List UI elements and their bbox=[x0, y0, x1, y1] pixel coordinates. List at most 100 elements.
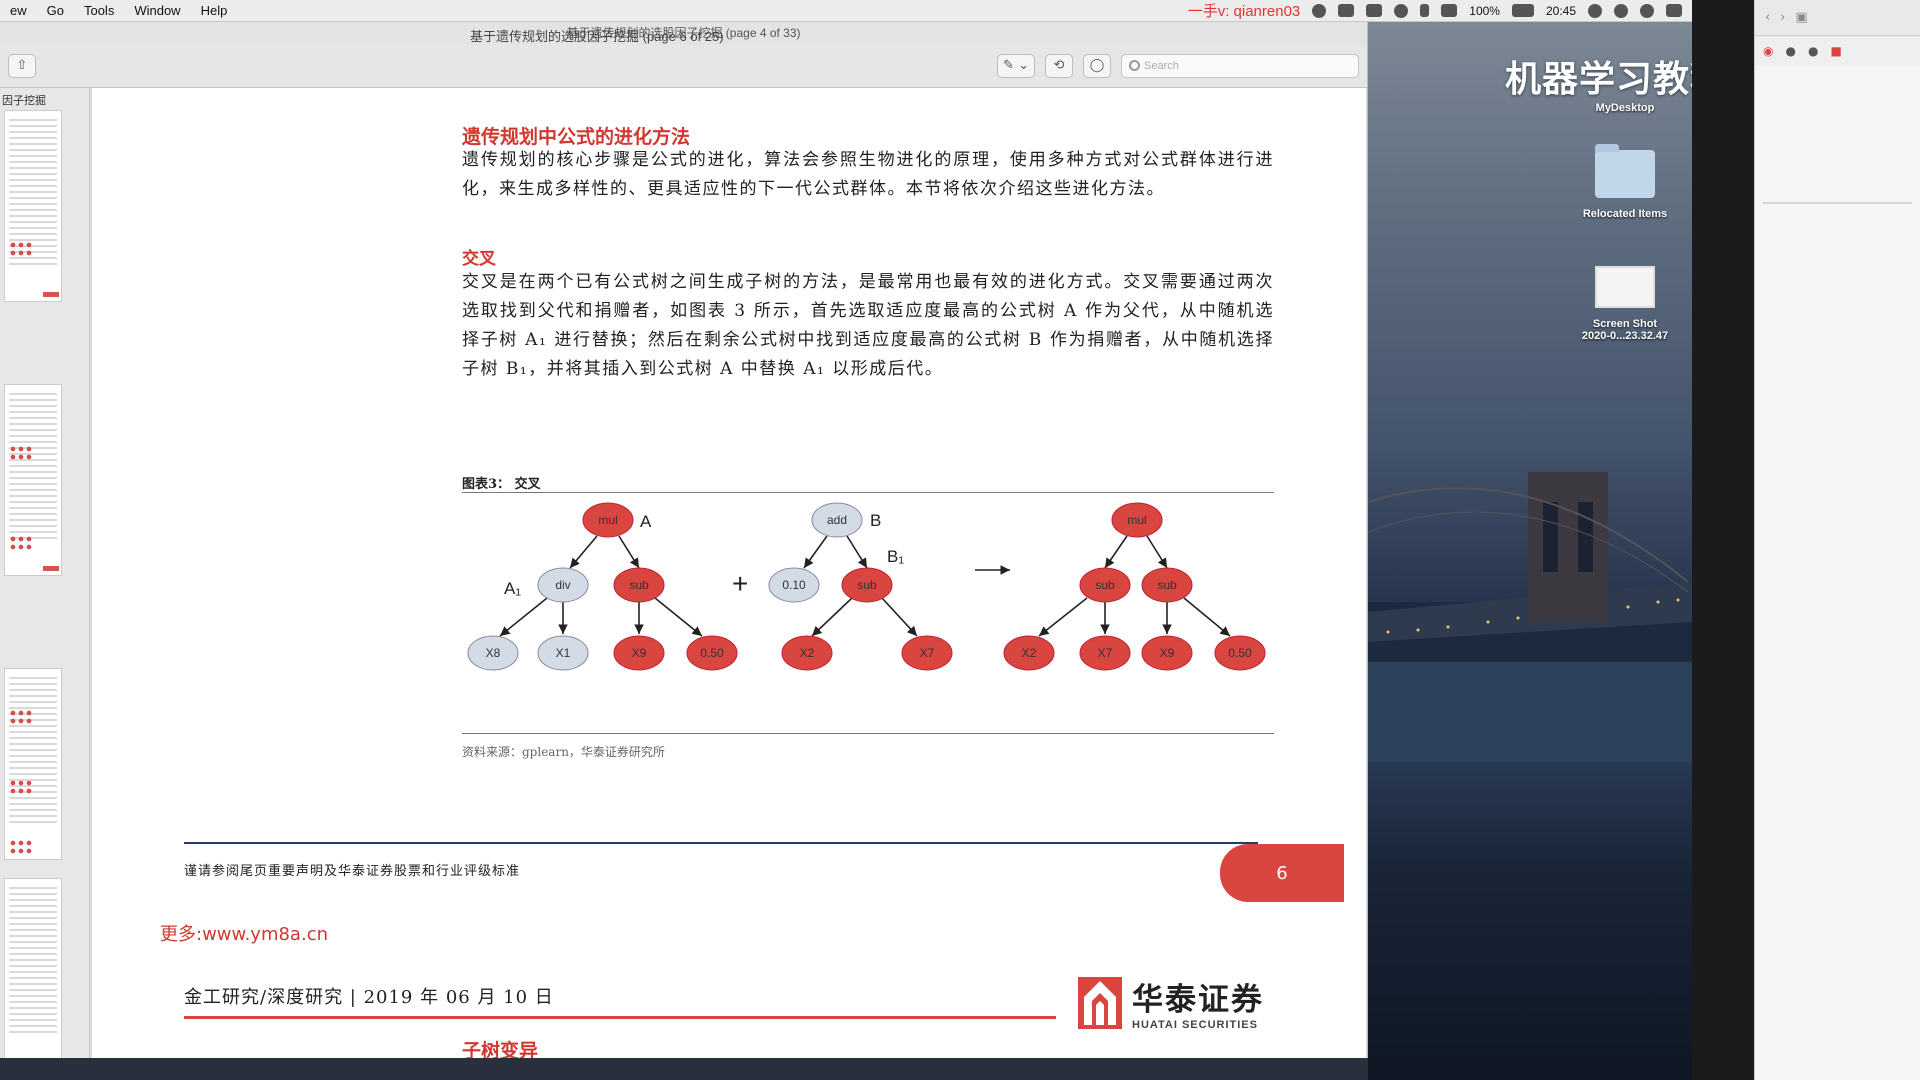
mydesktop-label[interactable]: MyDesktop bbox=[1560, 102, 1690, 114]
pen-icon: ✎ ⌄ bbox=[1003, 58, 1029, 73]
thumbnail-tree bbox=[9, 709, 33, 725]
node-b-right-label: sub bbox=[857, 578, 877, 592]
tab-icon[interactable]: ■ bbox=[1830, 44, 1841, 58]
page-thumbnail[interactable] bbox=[4, 878, 62, 1058]
siri-icon[interactable] bbox=[1640, 3, 1654, 18]
node-a-rl-label: X9 bbox=[632, 646, 647, 660]
node-a-root-label: mul bbox=[598, 513, 617, 527]
sidebar-title: 因子挖掘 bbox=[2, 94, 46, 107]
node-b-root-label: add bbox=[827, 513, 847, 527]
folder-icon bbox=[1595, 144, 1655, 198]
watermark-text: 一手v: qianren03 bbox=[1187, 3, 1301, 20]
pdf-viewer-window: 基于遗传规划的选股因子挖掘 (page 4 of 33) 基于遗传规划的选股因子… bbox=[0, 22, 1368, 1058]
rotate-icon: ⟲ bbox=[1053, 58, 1065, 73]
thumbnail-marker bbox=[43, 292, 59, 297]
notification-center-icon[interactable] bbox=[1666, 4, 1682, 17]
battery-icon[interactable] bbox=[1511, 4, 1534, 17]
thumbnail-text bbox=[9, 393, 57, 543]
tab-icon[interactable]: ● bbox=[1808, 44, 1818, 58]
crossover-paragraph: 交叉是在两个已有公式树之间生成子树的方法，是最常用也最有效的进化方式。交叉需要通… bbox=[462, 272, 1274, 379]
forward-icon[interactable]: › bbox=[1780, 10, 1785, 25]
annotate-icon: ◯ bbox=[1089, 58, 1105, 73]
huatai-logo: 华泰证券 HUATAI SECURITIES bbox=[1078, 974, 1264, 1031]
page-number-tab: 6 bbox=[1220, 844, 1344, 902]
section-title: 遗传规划中公式的进化方法 bbox=[462, 126, 691, 148]
node-c-ll-label: X2 bbox=[1022, 646, 1037, 660]
node-c-rr-label: 0.50 bbox=[1228, 646, 1252, 660]
status-area: 一手v: qianren03 100% 20:45 bbox=[1188, 0, 1692, 21]
pdf-page: 遗传规划中公式的进化方法 遗传规划的核心步骤是公式的进化，算法会参照生物进化的原… bbox=[92, 88, 1366, 1058]
search-field[interactable]: Search bbox=[1121, 53, 1359, 78]
thumbnail-tree bbox=[9, 839, 33, 855]
screenshot-thumbnail-icon bbox=[1595, 266, 1655, 308]
page-thumbnail[interactable] bbox=[4, 384, 62, 576]
page-thumbnail[interactable] bbox=[4, 110, 62, 302]
figure-bottom-rule bbox=[462, 733, 1274, 734]
thumbnail-text bbox=[9, 677, 57, 827]
node-a-left-label: div bbox=[555, 578, 570, 592]
website-watermark: 更多:www.ym8a.cn bbox=[160, 924, 328, 945]
wechat-icon[interactable] bbox=[1312, 3, 1327, 18]
display-icon[interactable] bbox=[1366, 4, 1383, 17]
node-a-right-label: sub bbox=[629, 578, 649, 592]
logo-text-cn: 华泰证券 bbox=[1132, 982, 1264, 1018]
thumbnail-tree bbox=[9, 445, 33, 461]
figure-caption: 图表3： 交叉 bbox=[462, 477, 541, 492]
node-a-rr-label: 0.50 bbox=[700, 646, 724, 660]
back-icon[interactable]: ‹ bbox=[1765, 10, 1770, 25]
viewer-toolbar: 基于遗传规划的选股因子挖掘 (page 6 of 25) ⇧ ✎ ⌄ ⟲ ◯ S… bbox=[0, 29, 1367, 88]
user-icon[interactable] bbox=[1588, 3, 1602, 18]
thumbnail-text bbox=[9, 887, 57, 1037]
next-page-header: 金工研究/深度研究 | 2019 年 06 月 10 日 bbox=[184, 987, 554, 1008]
search-icon bbox=[1129, 59, 1140, 71]
bottom-area bbox=[0, 1058, 1368, 1080]
wifi-icon[interactable] bbox=[1394, 3, 1409, 18]
annotate-button[interactable]: ◯ bbox=[1083, 53, 1111, 78]
folder-label: Relocated Items bbox=[1582, 208, 1668, 220]
spotlight-icon[interactable] bbox=[1614, 3, 1628, 18]
relocated-items-folder[interactable]: Relocated Items bbox=[1560, 144, 1690, 220]
huatai-logo-mark bbox=[1078, 976, 1122, 1029]
menu-go[interactable]: Go bbox=[37, 3, 74, 18]
clock[interactable]: 20:45 bbox=[1546, 4, 1576, 18]
input-source-icon[interactable] bbox=[1441, 4, 1458, 17]
menu-help[interactable]: Help bbox=[191, 3, 238, 18]
node-b-left-label: 0.10 bbox=[782, 578, 806, 592]
document-title: 基于遗传规划的选股因子挖掘 (page 6 of 25) bbox=[470, 29, 724, 44]
menu-bar: ew Go Tools Window Help 一手v: qianren03 1… bbox=[0, 0, 1692, 22]
screenshot-file[interactable]: Screen Shot 2020-0...23.32.47 bbox=[1560, 266, 1690, 342]
bluetooth-icon[interactable] bbox=[1420, 4, 1430, 17]
background-window-tabs: ◉ ● ● ■ bbox=[1755, 36, 1920, 66]
volume-icon[interactable] bbox=[1338, 4, 1355, 17]
screenshot-label-1: Screen Shot bbox=[1592, 318, 1658, 330]
share-button[interactable]: ⇧ bbox=[8, 53, 36, 78]
tab-icon[interactable]: ● bbox=[1785, 44, 1795, 58]
page-thumbnail[interactable] bbox=[4, 668, 62, 860]
figure-source: 资料来源：gplearn，华泰证券研究所 bbox=[462, 745, 665, 759]
menu-view[interactable]: ew bbox=[0, 3, 37, 18]
menu-window[interactable]: Window bbox=[124, 3, 190, 18]
intro-paragraph: 遗传规划的核心步骤是公式的进化，算法会参照生物进化的原理，使用多种方式对公式群体… bbox=[462, 150, 1274, 199]
label-b1: B₁ bbox=[887, 547, 904, 566]
rotate-button[interactable]: ⟲ bbox=[1045, 53, 1073, 78]
screenshot-label-2: 2020-0...23.32.47 bbox=[1581, 330, 1669, 342]
page-number: 6 bbox=[1276, 862, 1288, 884]
crossover-tree-figure: mul div sub X8 X1 X9 0.50 add 0.10 sub X… bbox=[467, 502, 1266, 671]
menu-tools[interactable]: Tools bbox=[74, 3, 124, 18]
thumbnail-sidebar: 因子挖掘 bbox=[0, 88, 90, 1058]
thumbnail-tree bbox=[9, 241, 33, 257]
node-b-rl-label: X2 bbox=[800, 646, 815, 660]
label-a1: A₁ bbox=[504, 579, 521, 598]
thumbnail-marker bbox=[43, 566, 59, 571]
figure-top-rule bbox=[462, 492, 1274, 493]
tab-icon[interactable]: ◉ bbox=[1763, 44, 1773, 58]
footer-disclaimer: 谨请参阅尾页重要声明及华泰证券股票和行业评级标准 bbox=[184, 864, 521, 879]
footer-rule bbox=[184, 842, 1258, 844]
sidebar-toggle-icon[interactable]: ▣ bbox=[1795, 10, 1807, 25]
battery-percent: 100% bbox=[1469, 3, 1500, 18]
subsection-title: 交叉 bbox=[462, 249, 496, 269]
markup-button[interactable]: ✎ ⌄ bbox=[997, 53, 1035, 78]
node-c-rl-label: X9 bbox=[1160, 646, 1175, 660]
node-c-right-label: sub bbox=[1157, 578, 1177, 592]
label-a: A bbox=[640, 512, 652, 531]
